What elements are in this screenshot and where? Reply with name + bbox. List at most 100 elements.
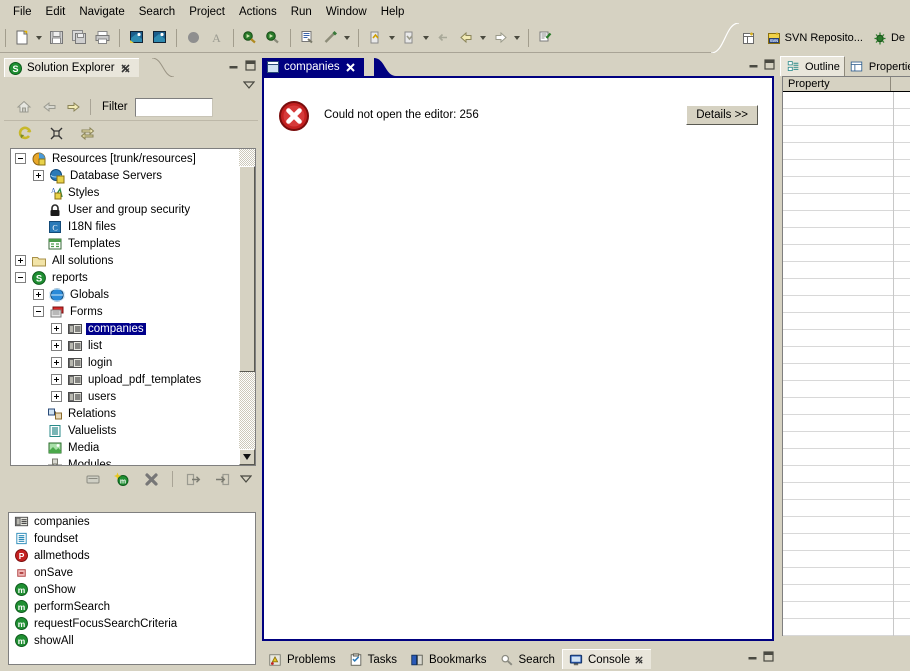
- menu-item-search[interactable]: Search: [132, 4, 182, 20]
- minimize-icon[interactable]: [228, 60, 239, 71]
- expand-icon[interactable]: [51, 357, 62, 368]
- solution-tree[interactable]: Resources [trunk/resources] Database Serv…: [10, 148, 256, 466]
- collapse-icon[interactable]: [33, 306, 44, 317]
- debug-run-icon[interactable]: [240, 28, 261, 48]
- forward-dropdown-icon[interactable]: [512, 28, 521, 48]
- table-row[interactable]: [783, 449, 910, 466]
- tree-row[interactable]: Valuelists: [11, 422, 239, 439]
- circle-icon[interactable]: [183, 28, 204, 48]
- expand-icon[interactable]: [51, 323, 62, 334]
- list-item[interactable]: companies: [9, 513, 255, 530]
- menu-item-actions[interactable]: Actions: [232, 4, 284, 20]
- details-button[interactable]: Details >>: [686, 105, 758, 125]
- expand-icon[interactable]: [33, 170, 44, 181]
- table-row[interactable]: [783, 432, 910, 449]
- close-icon[interactable]: [345, 62, 356, 73]
- perspective-svn-repository[interactable]: SVN SVN Reposito...: [762, 27, 868, 49]
- tree-row[interactable]: upload_pdf_templates: [11, 371, 239, 388]
- table-row[interactable]: [783, 602, 910, 619]
- collapse-icon[interactable]: [15, 272, 26, 283]
- tab-search[interactable]: Search: [494, 650, 562, 669]
- open-perspective-button[interactable]: [737, 27, 762, 49]
- table-row[interactable]: [783, 381, 910, 398]
- table-row[interactable]: [783, 160, 910, 177]
- annotation-down-icon[interactable]: [399, 28, 420, 48]
- minimize-icon[interactable]: [748, 59, 759, 70]
- table-row[interactable]: [783, 330, 910, 347]
- expand-icon[interactable]: [51, 374, 62, 385]
- menu-item-edit[interactable]: Edit: [39, 4, 73, 20]
- tab-outline[interactable]: Outline: [780, 56, 845, 76]
- scrollbar-thumb[interactable]: [239, 166, 255, 372]
- tree-row[interactable]: Templates: [11, 235, 239, 252]
- list-item[interactable]: m showAll: [9, 632, 255, 649]
- tab-problems[interactable]: Problems: [262, 650, 343, 669]
- filter-input[interactable]: [134, 97, 213, 117]
- list-item[interactable]: m requestFocusSearchCriteria: [9, 615, 255, 632]
- list-item[interactable]: onSave: [9, 564, 255, 581]
- expand-icon[interactable]: [33, 289, 44, 300]
- tree-row[interactable]: Relations: [11, 405, 239, 422]
- link-editor-icon[interactable]: [77, 124, 98, 144]
- tree-row[interactable]: Modules: [11, 456, 239, 465]
- chevron-down-icon[interactable]: [240, 474, 252, 484]
- back-arrow-icon[interactable]: [38, 97, 59, 117]
- list-item[interactable]: m performSearch: [9, 598, 255, 615]
- table-row[interactable]: [783, 483, 910, 500]
- flag-icon[interactable]: [126, 28, 147, 48]
- close-icon[interactable]: [634, 655, 644, 665]
- table-row[interactable]: [783, 143, 910, 160]
- expand-icon[interactable]: [15, 255, 26, 266]
- menu-item-help[interactable]: Help: [374, 4, 412, 20]
- tree-row[interactable]: Globals: [11, 286, 239, 303]
- menu-item-run[interactable]: Run: [284, 4, 319, 20]
- annotation-up-icon[interactable]: [365, 28, 386, 48]
- table-row[interactable]: [783, 194, 910, 211]
- list-item[interactable]: Pallmethods: [9, 547, 255, 564]
- table-row[interactable]: [783, 534, 910, 551]
- methods-list[interactable]: companies foundset Pallmethods onSave m onSho…: [8, 512, 256, 665]
- open-type-icon[interactable]: [535, 28, 556, 48]
- tree-row[interactable]: User and group security: [11, 201, 239, 218]
- table-row[interactable]: [783, 228, 910, 245]
- new-file-icon[interactable]: [12, 28, 33, 48]
- table-row[interactable]: [783, 500, 910, 517]
- forward-arrow-icon[interactable]: [490, 28, 511, 48]
- print-icon[interactable]: [92, 28, 113, 48]
- back-arrow-icon[interactable]: [456, 28, 477, 48]
- tree-row[interactable]: All solutions: [11, 252, 239, 269]
- refresh-icon[interactable]: [15, 124, 36, 144]
- tab-tasks[interactable]: Tasks: [343, 650, 404, 669]
- servoy-icon[interactable]: [297, 28, 318, 48]
- table-row[interactable]: [783, 466, 910, 483]
- collapse-all-icon[interactable]: [46, 124, 67, 144]
- editor-tab-companies[interactable]: companies: [262, 58, 364, 76]
- tree-row[interactable]: users: [11, 388, 239, 405]
- table-row[interactable]: [783, 177, 910, 194]
- form-new-icon[interactable]: [83, 469, 104, 489]
- tree-row[interactable]: Database Servers: [11, 167, 239, 184]
- menu-item-window[interactable]: Window: [319, 4, 374, 20]
- tree-row[interactable]: list: [11, 337, 239, 354]
- maximize-icon[interactable]: [245, 60, 256, 71]
- annotation-down-dropdown-icon[interactable]: [421, 28, 430, 48]
- table-row[interactable]: [783, 211, 910, 228]
- table-row[interactable]: [783, 551, 910, 568]
- table-row[interactable]: [783, 279, 910, 296]
- tree-row[interactable]: login: [11, 354, 239, 371]
- method-new-icon[interactable]: m: [112, 469, 133, 489]
- back-small-icon[interactable]: [433, 28, 454, 48]
- forward-arrow-icon[interactable]: [63, 97, 84, 117]
- tree-scrollbar[interactable]: [239, 149, 255, 465]
- tree-row[interactable]: C I18N files: [11, 218, 239, 235]
- table-row[interactable]: [783, 364, 910, 381]
- table-row[interactable]: [783, 568, 910, 585]
- save-all-icon[interactable]: [69, 28, 90, 48]
- tab-bookmarks[interactable]: Bookmarks: [404, 650, 494, 669]
- table-row[interactable]: [783, 296, 910, 313]
- menu-item-file[interactable]: File: [6, 4, 39, 20]
- wand-icon[interactable]: [320, 28, 341, 48]
- tree-row[interactable]: A Styles: [11, 184, 239, 201]
- table-row[interactable]: [783, 585, 910, 602]
- back-dropdown-icon[interactable]: [478, 28, 487, 48]
